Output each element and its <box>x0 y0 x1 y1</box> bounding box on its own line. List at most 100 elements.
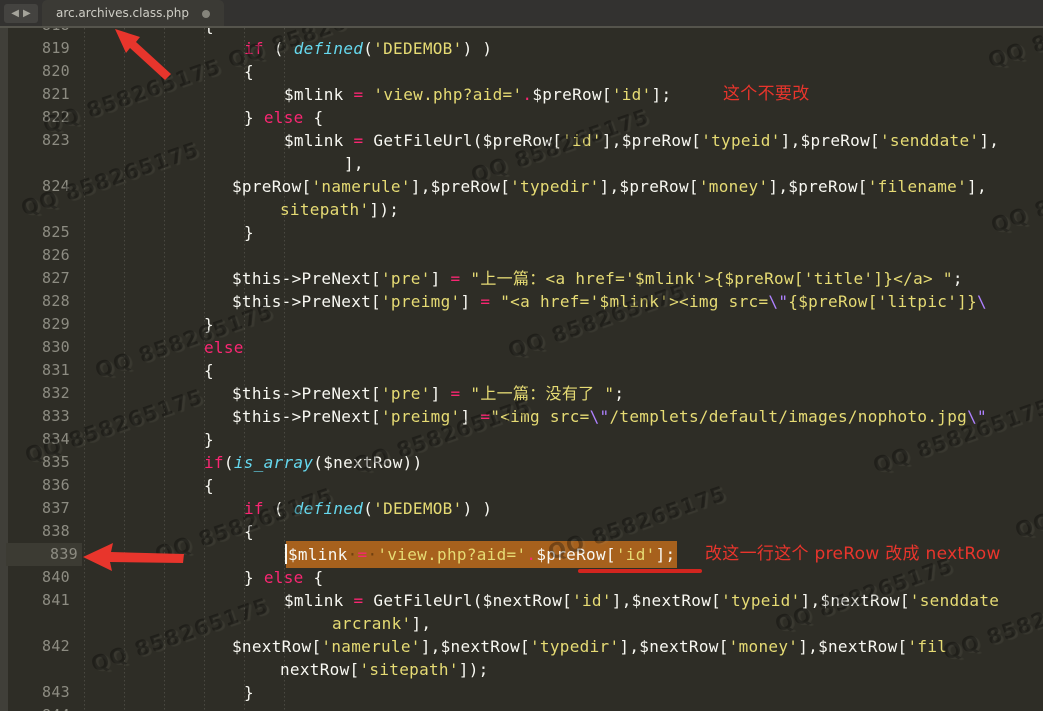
code-token: = <box>480 292 490 311</box>
code-token: · <box>367 545 377 564</box>
code-text: arcrank'], <box>332 612 431 635</box>
code-token: = <box>451 269 461 288</box>
red-annotation-text: 这个不要改 <box>723 83 810 106</box>
code-row[interactable]: 836 { <box>0 474 1043 497</box>
file-tab[interactable]: arc.archives.class.php <box>42 0 224 26</box>
red-annotation-text: 改这一行这个 preRow 改成 nextRow <box>705 543 1001 566</box>
line-number: 841 <box>8 589 70 612</box>
code-token: ],$preRow[ <box>600 177 699 196</box>
code-text: $this->PreNext['pre'] = "上一篇：没有了 "; <box>232 382 624 405</box>
line-number: 829 <box>8 313 70 336</box>
code-token: ( <box>363 39 373 58</box>
code-row[interactable]: 826 <box>0 244 1043 267</box>
code-token: 'sitepath' <box>359 660 458 679</box>
code-row[interactable]: 827$this->PreNext['pre'] = "上一篇：<a href=… <box>0 267 1043 290</box>
code-token: ],$preRow[ <box>781 131 880 150</box>
code-token: 'id' <box>616 545 656 564</box>
tab-bar: ◀ ▶ arc.archives.class.php <box>0 0 1043 28</box>
code-token: 'DEDEMOB' <box>373 499 462 518</box>
code-token: ]); <box>369 200 399 219</box>
code-token: 'view.php?aid=' <box>373 85 522 104</box>
code-text: { <box>204 474 214 497</box>
nav-forward-button[interactable]: ▶ <box>23 9 31 19</box>
line-number: 840 <box>8 566 70 589</box>
code-token: 'filename' <box>868 177 967 196</box>
code-token: ; <box>614 384 624 403</box>
code-token: 'money' <box>699 177 769 196</box>
code-token: } <box>244 568 264 587</box>
code-token: \" <box>768 292 788 311</box>
code-row[interactable]: 822} else { <box>0 106 1043 129</box>
code-text: $this->PreNext['preimg'] ="<img src=\"/t… <box>232 405 987 428</box>
code-token: } <box>204 430 214 449</box>
modified-dot-icon <box>202 10 210 18</box>
code-row[interactable]: sitepath']); <box>0 198 1043 221</box>
line-number: 836 <box>8 474 70 497</box>
code-token: $this->PreNext[ <box>232 384 381 403</box>
code-token: 'namerule' <box>321 637 420 656</box>
code-row[interactable]: nextRow['sitepath']); <box>0 658 1043 681</box>
code-text: } else { <box>244 566 323 589</box>
code-token <box>490 292 500 311</box>
line-number: 839 <box>6 543 82 566</box>
code-row[interactable]: 825} <box>0 221 1043 244</box>
code-text: $mlink = 'view.php?aid='.$preRow['id']; <box>284 83 671 106</box>
code-token: $preRow[ <box>232 177 311 196</box>
code-row[interactable]: 828$this->PreNext['preimg'] = "<a href='… <box>0 290 1043 313</box>
code-row[interactable]: 834} <box>0 428 1043 451</box>
code-token: . <box>522 85 532 104</box>
code-token: ]; <box>652 85 672 104</box>
code-text: $preRow['namerule'],$preRow['typedir'],$… <box>232 175 987 198</box>
code-row[interactable]: 837if ( defined('DEDEMOB') ) <box>0 497 1043 520</box>
code-text: $nextRow['namerule'],$nextRow['typedir']… <box>232 635 947 658</box>
line-number: 821 <box>8 83 70 106</box>
code-text: } else { <box>244 106 323 129</box>
code-row[interactable]: 844 <box>0 704 1043 711</box>
line-number: 820 <box>8 60 70 83</box>
code-token: · <box>348 545 358 564</box>
nav-button-panel: ◀ ▶ <box>4 4 38 23</box>
code-row[interactable]: 824$preRow['namerule'],$preRow['typedir'… <box>0 175 1043 198</box>
code-token: ) ) <box>463 39 493 58</box>
code-row[interactable]: 843} <box>0 681 1043 704</box>
text-cursor <box>285 544 287 564</box>
line-number: 843 <box>8 681 70 704</box>
code-token: ]); <box>459 660 489 679</box>
code-token: 'pre' <box>381 269 431 288</box>
code-token: arcrank' <box>332 614 411 633</box>
code-text: nextRow['sitepath']); <box>280 658 489 681</box>
code-row[interactable]: 829} <box>0 313 1043 336</box>
code-token: ], <box>344 154 364 173</box>
code-text: } <box>244 681 254 704</box>
code-token: $nextRow[ <box>232 637 321 656</box>
code-token: 'preimg' <box>381 292 460 311</box>
code-text: { <box>204 359 214 382</box>
code-token: {$preRow['litpic']} <box>788 292 977 311</box>
code-token: else <box>264 108 304 127</box>
code-token: is_array <box>234 453 313 472</box>
code-text: } <box>244 221 254 244</box>
code-token: ],$nextRow[ <box>421 637 530 656</box>
nav-back-button[interactable]: ◀ <box>11 9 19 19</box>
line-number: 838 <box>8 520 70 543</box>
code-token: } <box>244 683 254 702</box>
code-row[interactable]: 838{ <box>0 520 1043 543</box>
line-number: 833 <box>8 405 70 428</box>
line-number: 827 <box>8 267 70 290</box>
code-token <box>460 269 470 288</box>
code-token: 'senddate' <box>880 131 979 150</box>
code-token: 'pre' <box>381 384 431 403</box>
code-token: 'id' <box>572 591 612 610</box>
code-token: 'senddate <box>910 591 999 610</box>
code-token: nextRow[ <box>280 660 359 679</box>
code-token: if <box>204 453 224 472</box>
code-token: ],$nextRow[ <box>798 637 907 656</box>
code-token: ] <box>431 384 451 403</box>
line-number: 819 <box>8 37 70 60</box>
code-token: = <box>358 545 368 564</box>
code-token: } <box>244 108 264 127</box>
line-number: 826 <box>8 244 70 267</box>
code-row[interactable]: 819if ( defined('DEDEMOB') ) <box>0 37 1043 60</box>
code-token: = <box>451 384 461 403</box>
code-token: ], <box>979 131 999 150</box>
